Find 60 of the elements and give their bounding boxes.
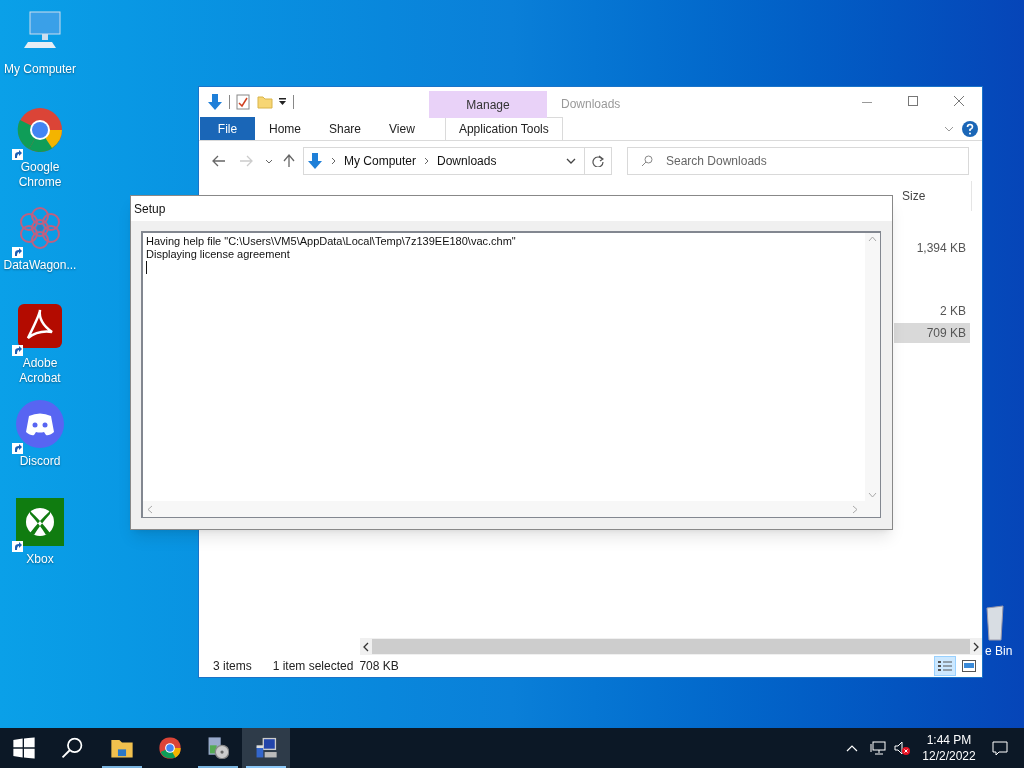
size-cell[interactable]: 709 KB xyxy=(894,323,970,343)
search-icon xyxy=(61,737,83,759)
search-field[interactable]: Search Downloads xyxy=(627,147,969,175)
details-view-icon xyxy=(938,660,952,672)
taskbar-button[interactable] xyxy=(242,728,290,768)
desktop-icon-label[interactable]: e Bin xyxy=(985,644,1013,659)
network-icon[interactable] xyxy=(870,741,886,755)
breadcrumb-item[interactable]: Downloads xyxy=(437,152,497,170)
chevron-right-icon xyxy=(331,157,336,165)
ribbon-tab[interactable]: View xyxy=(375,117,429,140)
address-bar[interactable]: My Computer Downloads xyxy=(303,147,585,175)
acrobat-icon[interactable] xyxy=(16,302,64,350)
context-tab-header: Manage xyxy=(429,91,547,118)
scrollbar-thumb[interactable] xyxy=(372,639,970,654)
status-text: 3 items xyxy=(213,658,252,675)
log-line: Displaying license agreement xyxy=(146,248,291,261)
up-icon[interactable] xyxy=(283,154,295,168)
notifications-icon[interactable] xyxy=(992,740,1008,756)
refresh-icon xyxy=(592,155,604,167)
log-line: Having help file "C:\Users\VM5\AppData\Local\Temp\7z139EE180\vac.chm" xyxy=(146,235,517,248)
setup-computer-icon xyxy=(255,737,277,759)
column-header[interactable]: Size xyxy=(896,181,972,211)
back-icon[interactable] xyxy=(212,155,226,167)
download-arrow-icon xyxy=(307,152,323,170)
recent-dropdown-icon[interactable] xyxy=(265,158,273,164)
size-cell[interactable]: 2 KB xyxy=(894,301,970,321)
text-caret xyxy=(146,261,147,274)
address-dropdown-icon[interactable] xyxy=(566,158,576,164)
details-view-button[interactable] xyxy=(934,656,956,676)
xbox-icon[interactable] xyxy=(16,498,64,546)
picture-view-icon xyxy=(962,660,976,672)
status-text: 1 item selected xyxy=(272,658,354,675)
chrome-icon xyxy=(159,737,181,759)
chrome-icon[interactable] xyxy=(16,106,64,154)
ribbon-tab[interactable]: Share xyxy=(315,117,376,140)
show-hidden-icons-icon[interactable] xyxy=(846,744,858,752)
clock-time[interactable]: 1:44 PM xyxy=(926,732,972,748)
size-cell[interactable]: 1,394 KB xyxy=(894,238,970,258)
download-arrow-icon[interactable] xyxy=(207,93,223,111)
ribbon-tab[interactable]: File xyxy=(200,117,255,140)
ribbon-tab[interactable]: Home xyxy=(255,117,315,140)
refresh-button[interactable] xyxy=(585,147,612,175)
clock-date[interactable]: 12/2/2022 xyxy=(922,748,976,764)
window-title: Downloads xyxy=(561,96,621,113)
windows-logo-icon xyxy=(13,737,35,759)
folder-icon xyxy=(111,737,133,759)
installer-disc-icon xyxy=(207,737,229,759)
dialog-title: Setup xyxy=(134,200,166,218)
help-icon[interactable] xyxy=(962,120,978,137)
search-icon xyxy=(641,155,653,167)
volume-muted-icon[interactable] xyxy=(894,741,910,755)
properties-icon[interactable] xyxy=(236,94,250,110)
expand-ribbon-icon[interactable] xyxy=(944,125,954,132)
breadcrumb-item[interactable]: My Computer xyxy=(344,152,417,170)
ribbon-tab[interactable]: Application Tools xyxy=(444,117,563,140)
chevron-right-icon xyxy=(424,157,430,165)
discord-icon[interactable] xyxy=(16,400,64,448)
recycle-bin-icon[interactable] xyxy=(985,604,1005,642)
status-text: 708 KB xyxy=(359,658,399,675)
customize-dropdown-icon[interactable] xyxy=(278,98,287,106)
